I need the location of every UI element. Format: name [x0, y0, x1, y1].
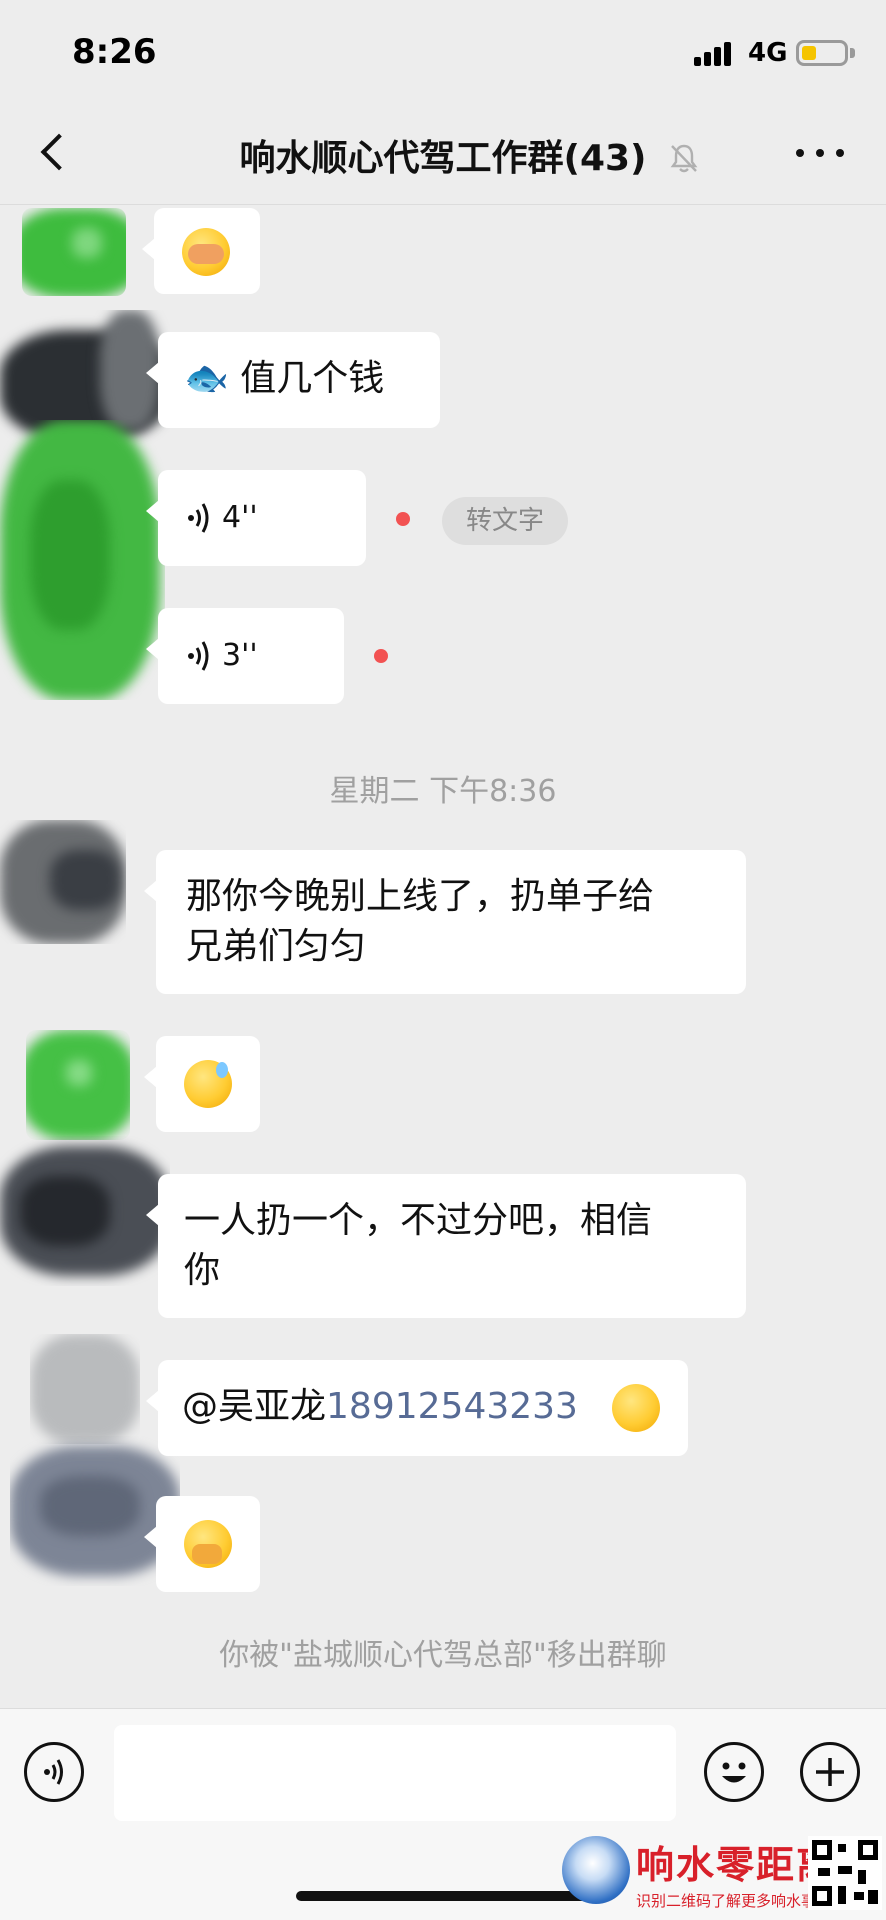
voice-wave-icon [188, 641, 209, 671]
message-text-line: 一人扔一个，不过分吧，相信 [184, 1200, 653, 1241]
add-icon[interactable] [800, 1742, 860, 1802]
voice-duration: 4'' [222, 500, 258, 535]
emoji-icon[interactable] [704, 1742, 764, 1802]
message-bubble-text[interactable]: 一人扔一个，不过分吧，相信 你 [146, 1174, 746, 1318]
status-time: 8:26 [72, 32, 157, 72]
phone-number-link[interactable]: 18912543233 [326, 1386, 578, 1427]
message-bubble-text[interactable]: 那你今晚别上线了，扔单子给 兄弟们匀匀 [144, 850, 746, 994]
message-timestamp: 星期二 下午8:36 [329, 774, 557, 809]
system-notice: 你被"盐城顺心代驾总部"移出群聊 [219, 1638, 667, 1673]
chat-header: 响水顺心代驾工作群(43) [0, 105, 886, 205]
unread-dot [396, 512, 410, 526]
chat-title[interactable]: 响水顺心代驾工作群(43) [0, 129, 886, 181]
signal-strength-icon [694, 40, 738, 66]
unread-dot [374, 649, 388, 663]
avatar[interactable] [26, 1030, 130, 1140]
avatar[interactable] [10, 1436, 180, 1586]
watermark-logo-icon [562, 1836, 630, 1904]
battery-icon [796, 40, 848, 66]
message-bubble-mention[interactable]: @吴亚龙18912543233 [146, 1360, 688, 1456]
bell-muted-icon [670, 144, 698, 173]
hand-over-mouth-emoji-icon [184, 1520, 232, 1568]
message-bubble-emoji[interactable] [144, 1496, 260, 1592]
voice-mode-icon[interactable] [24, 1742, 84, 1802]
avatar[interactable] [0, 820, 126, 944]
avatar[interactable] [30, 1334, 140, 1444]
message-text-line: 那你今晚别上线了，扔单子给 [186, 876, 655, 917]
facepalm-emoji-icon [182, 228, 230, 276]
message-bubble-emoji[interactable] [142, 208, 260, 294]
status-bar: 8:26 4G [0, 0, 886, 105]
network-type: 4G [748, 38, 788, 68]
message-text: 🐟 值几个钱 [184, 358, 385, 399]
more-dots-icon[interactable] [792, 133, 848, 173]
message-bubble-voice[interactable]: 4'' [146, 470, 366, 566]
mention-name: @吴亚龙 [182, 1386, 327, 1427]
avatar[interactable] [0, 420, 165, 700]
message-bubble-emoji[interactable] [144, 1036, 260, 1132]
voice-wave-icon [188, 503, 209, 533]
watermark-title: 响水零距离 [636, 1842, 837, 1887]
battery-tip [850, 48, 855, 58]
message-bubble-voice[interactable]: 3'' [146, 608, 344, 704]
avatar[interactable] [22, 208, 126, 296]
watermark-subtitle: 识别二维码了解更多响水事 [636, 1892, 817, 1910]
avatar[interactable] [0, 1136, 170, 1286]
message-text-line: 兄弟们匀匀 [186, 926, 367, 967]
message-text-line: 你 [184, 1250, 221, 1291]
hugging-emoji-icon [612, 1384, 660, 1432]
qr-code-icon [808, 1836, 882, 1910]
voice-duration: 3'' [222, 638, 258, 673]
sweat-smile-emoji-icon [184, 1060, 232, 1108]
message-bubble-text[interactable]: 🐟 值几个钱 [146, 332, 440, 428]
home-indicator[interactable] [296, 1891, 590, 1901]
message-input[interactable] [114, 1725, 676, 1821]
convert-to-text-button[interactable]: 转文字 [442, 497, 568, 545]
battery-level-fill [802, 46, 816, 60]
watermark: 响水零距离 识别二维码了解更多响水事 [560, 1832, 886, 1920]
message-text: @吴亚龙18912543233 [182, 1382, 578, 1432]
